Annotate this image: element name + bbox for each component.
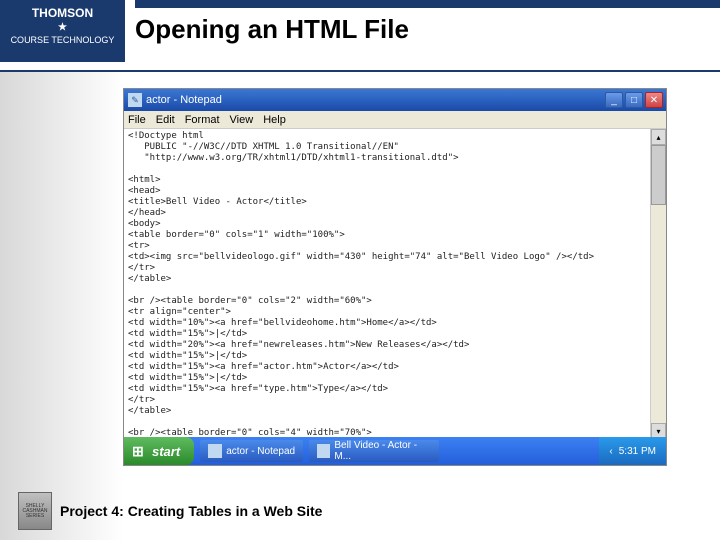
window-titlebar[interactable]: ✎ actor - Notepad _ □ ✕ [124, 89, 666, 111]
brand-logo: THOMSON ★ COURSE TECHNOLOGY [0, 0, 127, 62]
series-badge: SHELLY CASHMAN SERIES [18, 492, 52, 530]
menu-format[interactable]: Format [185, 114, 220, 126]
taskbar-item-label: actor - Notepad [226, 446, 295, 457]
notepad-task-icon [208, 444, 222, 458]
page-title: Opening an HTML File [135, 10, 720, 45]
menu-edit[interactable]: Edit [156, 114, 175, 126]
clock: 5:31 PM [619, 446, 656, 457]
title-accent-bar [135, 0, 720, 8]
brand-sub: COURSE TECHNOLOGY [0, 35, 125, 45]
start-button[interactable]: start [124, 437, 194, 465]
start-label: start [152, 444, 180, 459]
menu-view[interactable]: View [230, 114, 254, 126]
badge-text: SHELLY CASHMAN SERIES [19, 504, 51, 519]
window-title: actor - Notepad [146, 94, 605, 106]
close-button[interactable]: ✕ [645, 92, 663, 108]
footer-text: Project 4: Creating Tables in a Web Site [60, 503, 322, 519]
scroll-up-icon[interactable]: ▴ [651, 129, 666, 145]
browser-task-icon [317, 444, 330, 458]
minimize-button[interactable]: _ [605, 92, 623, 108]
slide-footer: SHELLY CASHMAN SERIES Project 4: Creatin… [0, 492, 720, 530]
taskbar-item-browser[interactable]: Bell Video - Actor - M... [309, 440, 439, 462]
taskbar: start actor - Notepad Bell Video - Actor… [124, 437, 666, 465]
menu-file[interactable]: File [128, 114, 146, 126]
notepad-icon: ✎ [128, 93, 142, 107]
maximize-button[interactable]: □ [625, 92, 643, 108]
taskbar-item-label: Bell Video - Actor - M... [334, 440, 431, 462]
tray-icon: ‹ [609, 446, 612, 457]
star-icon: ★ [0, 22, 125, 33]
vertical-scrollbar[interactable]: ▴ ▾ [650, 129, 666, 439]
menu-bar: File Edit Format View Help [124, 111, 666, 129]
brand-name: THOMSON [32, 6, 93, 20]
menu-help[interactable]: Help [263, 114, 286, 126]
notepad-window: ✎ actor - Notepad _ □ ✕ File Edit Format… [123, 88, 667, 466]
editor-content[interactable]: <!Doctype html PUBLIC "-//W3C//DTD XHTML… [124, 129, 666, 439]
slide-header: THOMSON ★ COURSE TECHNOLOGY Opening an H… [0, 0, 720, 72]
windows-logo-icon [132, 443, 148, 459]
system-tray[interactable]: ‹ 5:31 PM [599, 437, 666, 465]
taskbar-item-notepad[interactable]: actor - Notepad [200, 440, 303, 462]
title-area: Opening an HTML File [127, 0, 720, 45]
scroll-thumb[interactable] [651, 145, 666, 205]
